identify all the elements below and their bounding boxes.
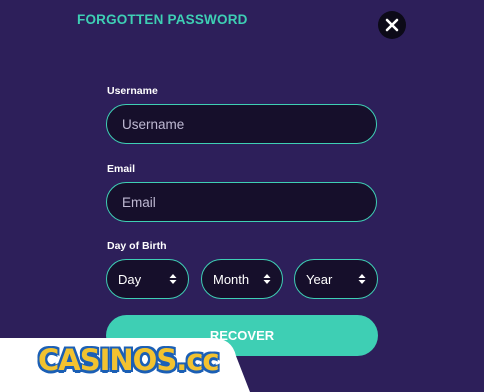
sort-arrows-icon xyxy=(168,273,178,285)
close-button[interactable] xyxy=(378,11,406,39)
year-select-value: Year xyxy=(306,271,333,287)
email-label: Email xyxy=(107,163,136,175)
day-select[interactable]: Day xyxy=(106,259,189,299)
username-label: Username xyxy=(107,85,158,97)
page-title: FORGOTTEN PASSWORD xyxy=(77,12,248,27)
dob-label: Day of Birth xyxy=(107,240,167,252)
casinos-logo: CASINOS.cc xyxy=(38,343,220,377)
email-input[interactable] xyxy=(106,182,377,222)
month-select-value: Month xyxy=(213,271,250,287)
day-select-value: Day xyxy=(118,271,142,287)
username-input[interactable] xyxy=(106,104,377,144)
month-select[interactable]: Month xyxy=(201,259,283,299)
sort-arrows-icon xyxy=(262,273,272,285)
close-icon xyxy=(385,18,399,32)
year-select[interactable]: Year xyxy=(294,259,378,299)
sort-arrows-icon xyxy=(357,273,367,285)
